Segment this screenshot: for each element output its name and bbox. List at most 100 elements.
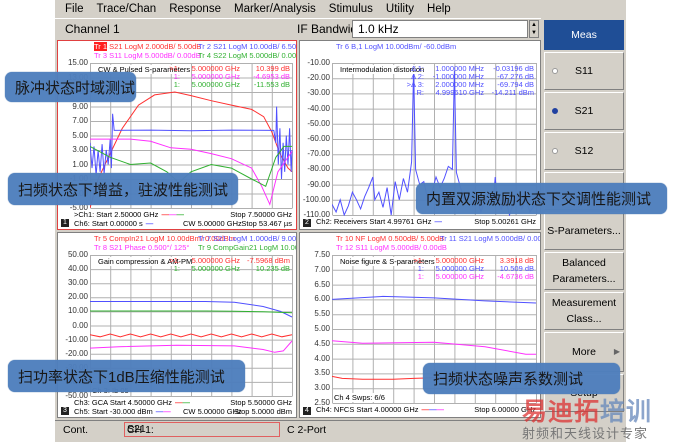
- footer-stop: Stop 53.467 µs: [241, 219, 292, 228]
- y-tick-label: -10.00: [307, 58, 330, 67]
- footer-start: Ch3: GCA Start 4.50000 GHz ——: [74, 398, 190, 407]
- menu-stimulus[interactable]: Stimulus: [329, 3, 373, 15]
- trace-header[interactable]: Tr 10 NF LogM 0.500dB/ 5.00dB: [336, 234, 444, 243]
- trace-color-legend: ———: [422, 405, 445, 414]
- trace-label: S21 LogM 2.000dB/ 5.00dB: [107, 42, 202, 51]
- trace-label: Tr 12 S11 LogM 5.000dB/ 0.00dB: [336, 243, 447, 252]
- trace-label: Tr 6 B,1 LogM 10.00dBm/ -60.0dBm: [336, 42, 457, 51]
- window-number: 2: [303, 219, 311, 227]
- sweep-mode: Cont.: [63, 424, 89, 436]
- radio-indicator: [552, 68, 558, 74]
- annotation-intermod: 内置双源激励状态下交调性能测试: [416, 183, 667, 214]
- annotation-noise-figure: 扫频状态噪声系数测试: [423, 363, 620, 394]
- trace-color-legend: —: [434, 217, 442, 226]
- marker-readout[interactable]: 1: 5.000000 GHz -4.6736 dB: [402, 272, 534, 281]
- menu-marker-analysis[interactable]: Marker/Analysis: [234, 3, 316, 15]
- watermark-tagline: 射频和天线设计专家: [522, 426, 649, 441]
- submenu-arrow-icon: ▶: [613, 347, 620, 356]
- legend-dash: —: [429, 405, 437, 414]
- trace-header[interactable]: Tr 4 S22 LogM 5.000dB/ 0.00dB: [198, 51, 297, 60]
- y-tick-label: -70.00: [307, 149, 330, 159]
- y-tick-label: 30.00: [67, 278, 88, 288]
- marker-readout[interactable]: 1: 5.000000 GHz -11.553 dB: [158, 80, 290, 89]
- footer-start: Ch4: NFCS Start 4.00000 GHz ———: [316, 405, 445, 414]
- footer-start: Ch2: Receivers Start 4.99761 GHz —: [316, 217, 442, 226]
- trace-label: Tr 2 S21 LogM 10.00dB/ 6.50dB: [198, 42, 297, 51]
- y-tick-label: -90.00: [307, 179, 330, 189]
- footer-stop: Stop 5.50000 GHz: [230, 398, 292, 407]
- softkey-label: Measurement Class...: [551, 297, 617, 325]
- window-number: 3: [61, 407, 69, 415]
- y-tick-label: -10.00: [65, 334, 88, 344]
- softkey-s21[interactable]: S21: [544, 92, 624, 130]
- marker-value: -4.6736 dB: [497, 272, 534, 281]
- menu-help[interactable]: Help: [427, 3, 451, 15]
- if-bandwidth-input[interactable]: 1.0 kHz: [352, 20, 528, 38]
- trace-header[interactable]: Tr 1 S21 LogM 2.000dB/ 5.00dB: [94, 42, 201, 51]
- y-tick-label: 5.00: [72, 130, 88, 140]
- trace-header[interactable]: Tr 11 S21 LogM 5.000dB/ 0.00dB: [440, 234, 540, 243]
- menu-utility[interactable]: Utility: [386, 3, 414, 15]
- y-tick-label: 50.00: [67, 250, 88, 259]
- softkey-label: S-Parameters...: [547, 225, 621, 237]
- softkey-panel: Meas S11 S21 S12 S-Parameters... Balanced Par…: [541, 18, 626, 418]
- trace-header[interactable]: Tr 7 S21 LogM 1.000dB/ 9.00dB: [198, 234, 297, 243]
- softkey-balanced[interactable]: Balanced Parameters...: [544, 252, 624, 290]
- trace-label: Tr 9 CompGain21 LogM 10.00dB/ 0.00dB: [198, 243, 296, 252]
- y-tick-label: 0.00: [72, 320, 88, 330]
- menu-file[interactable]: File: [65, 3, 84, 15]
- softkey-label: More: [572, 346, 596, 358]
- trace-header[interactable]: Tr 6 B,1 LogM 10.00dBm/ -60.0dBm: [336, 42, 456, 51]
- trace-color-legend: ——: [156, 407, 171, 416]
- softkey-meas[interactable]: Meas: [544, 20, 624, 50]
- legend-dash: —: [145, 219, 154, 228]
- marker-stimulus: 4.999610 GHz: [435, 88, 484, 97]
- y-tick-label: -20.00: [65, 348, 88, 358]
- softkey-label: S21: [574, 105, 594, 117]
- trace-header[interactable]: Tr 9 CompGain21 LogM 10.00dB/ 0.00dB: [198, 243, 296, 252]
- channel-inner-label: Ch 4 Swps: 6/6: [334, 393, 385, 402]
- menu-response[interactable]: Response: [169, 3, 221, 15]
- radio-indicator: [552, 108, 558, 114]
- marker-value: -11.553 dB: [253, 80, 290, 89]
- y-tick-label: 7.50: [314, 250, 330, 259]
- marker-id: 1:: [173, 264, 180, 273]
- legend-dash: —: [436, 405, 445, 414]
- trace-header[interactable]: Tr 8 S21 Phase 0.500°/ 125°: [94, 243, 189, 252]
- softkey-measurement[interactable]: Measurement Class...: [544, 292, 624, 330]
- menu-trace-chan[interactable]: Trace/Chan: [97, 3, 157, 15]
- trace-label: Tr 7 S21 LogM 1.000dB/ 9.00dB: [198, 234, 297, 243]
- trace-header[interactable]: Tr 2 S21 LogM 10.00dB/ 6.50dB: [198, 42, 297, 51]
- softkey-s12[interactable]: S12: [544, 132, 624, 170]
- legend-dash: —: [163, 407, 171, 416]
- trace-label: Tr 3 S11 LogM 5.000dB/ 0.00dB: [94, 51, 201, 60]
- softkey-label: S11: [575, 65, 593, 77]
- y-tick-label: 6.00: [314, 294, 330, 304]
- marker-readout[interactable]: R: 4.999610 GHz -14.211 dBm: [402, 88, 535, 97]
- legend-dash: —: [176, 210, 184, 219]
- trace-header[interactable]: Tr 3 S11 LogM 5.000dB/ 0.00dB: [94, 51, 201, 60]
- marker-stimulus: 5.000000 GHz: [191, 264, 240, 273]
- if-bandwidth-spinner[interactable]: ▲ ▼: [529, 20, 539, 38]
- trace-label: Tr 8 S21 Phase 0.500°/ 125°: [94, 243, 190, 252]
- marker-stimulus: 5.000000 GHz: [435, 272, 484, 281]
- softkey-s-parameters[interactable]: S-Parameters...: [544, 212, 624, 250]
- softkey-s11[interactable]: S11: [544, 52, 624, 90]
- legend-dash: —: [434, 217, 442, 226]
- trace-label: Tr 4 S22 LogM 5.000dB/ 0.00dB: [198, 51, 297, 60]
- y-tick-label: -100.00: [302, 194, 330, 204]
- channel-title: Channel 1: [65, 22, 120, 36]
- softkey-label: S12: [574, 145, 594, 157]
- softkey-label: Balanced Parameters...: [552, 257, 616, 285]
- radio-indicator: [552, 148, 558, 154]
- active-measurement[interactable]: S21: [124, 422, 280, 437]
- trace-color-legend: ——: [175, 398, 190, 407]
- trace-label: Tr 1: [94, 42, 108, 51]
- footer-stop: Stop 5.0000 dBm: [234, 407, 292, 416]
- marker-readout[interactable]: 1: 5.000000 GHz 10.235 dB: [158, 264, 290, 273]
- trace-header[interactable]: Tr 12 S11 LogM 5.000dB/ 0.00dB: [336, 243, 447, 252]
- y-tick-label: -50.00: [307, 118, 330, 128]
- marker-id: 1:: [417, 272, 424, 281]
- footer-start: Ch6: Start 0.00000 s —: [74, 219, 154, 228]
- annotation-gain-compression: 扫功率状态下1dB压缩性能测试: [8, 360, 245, 392]
